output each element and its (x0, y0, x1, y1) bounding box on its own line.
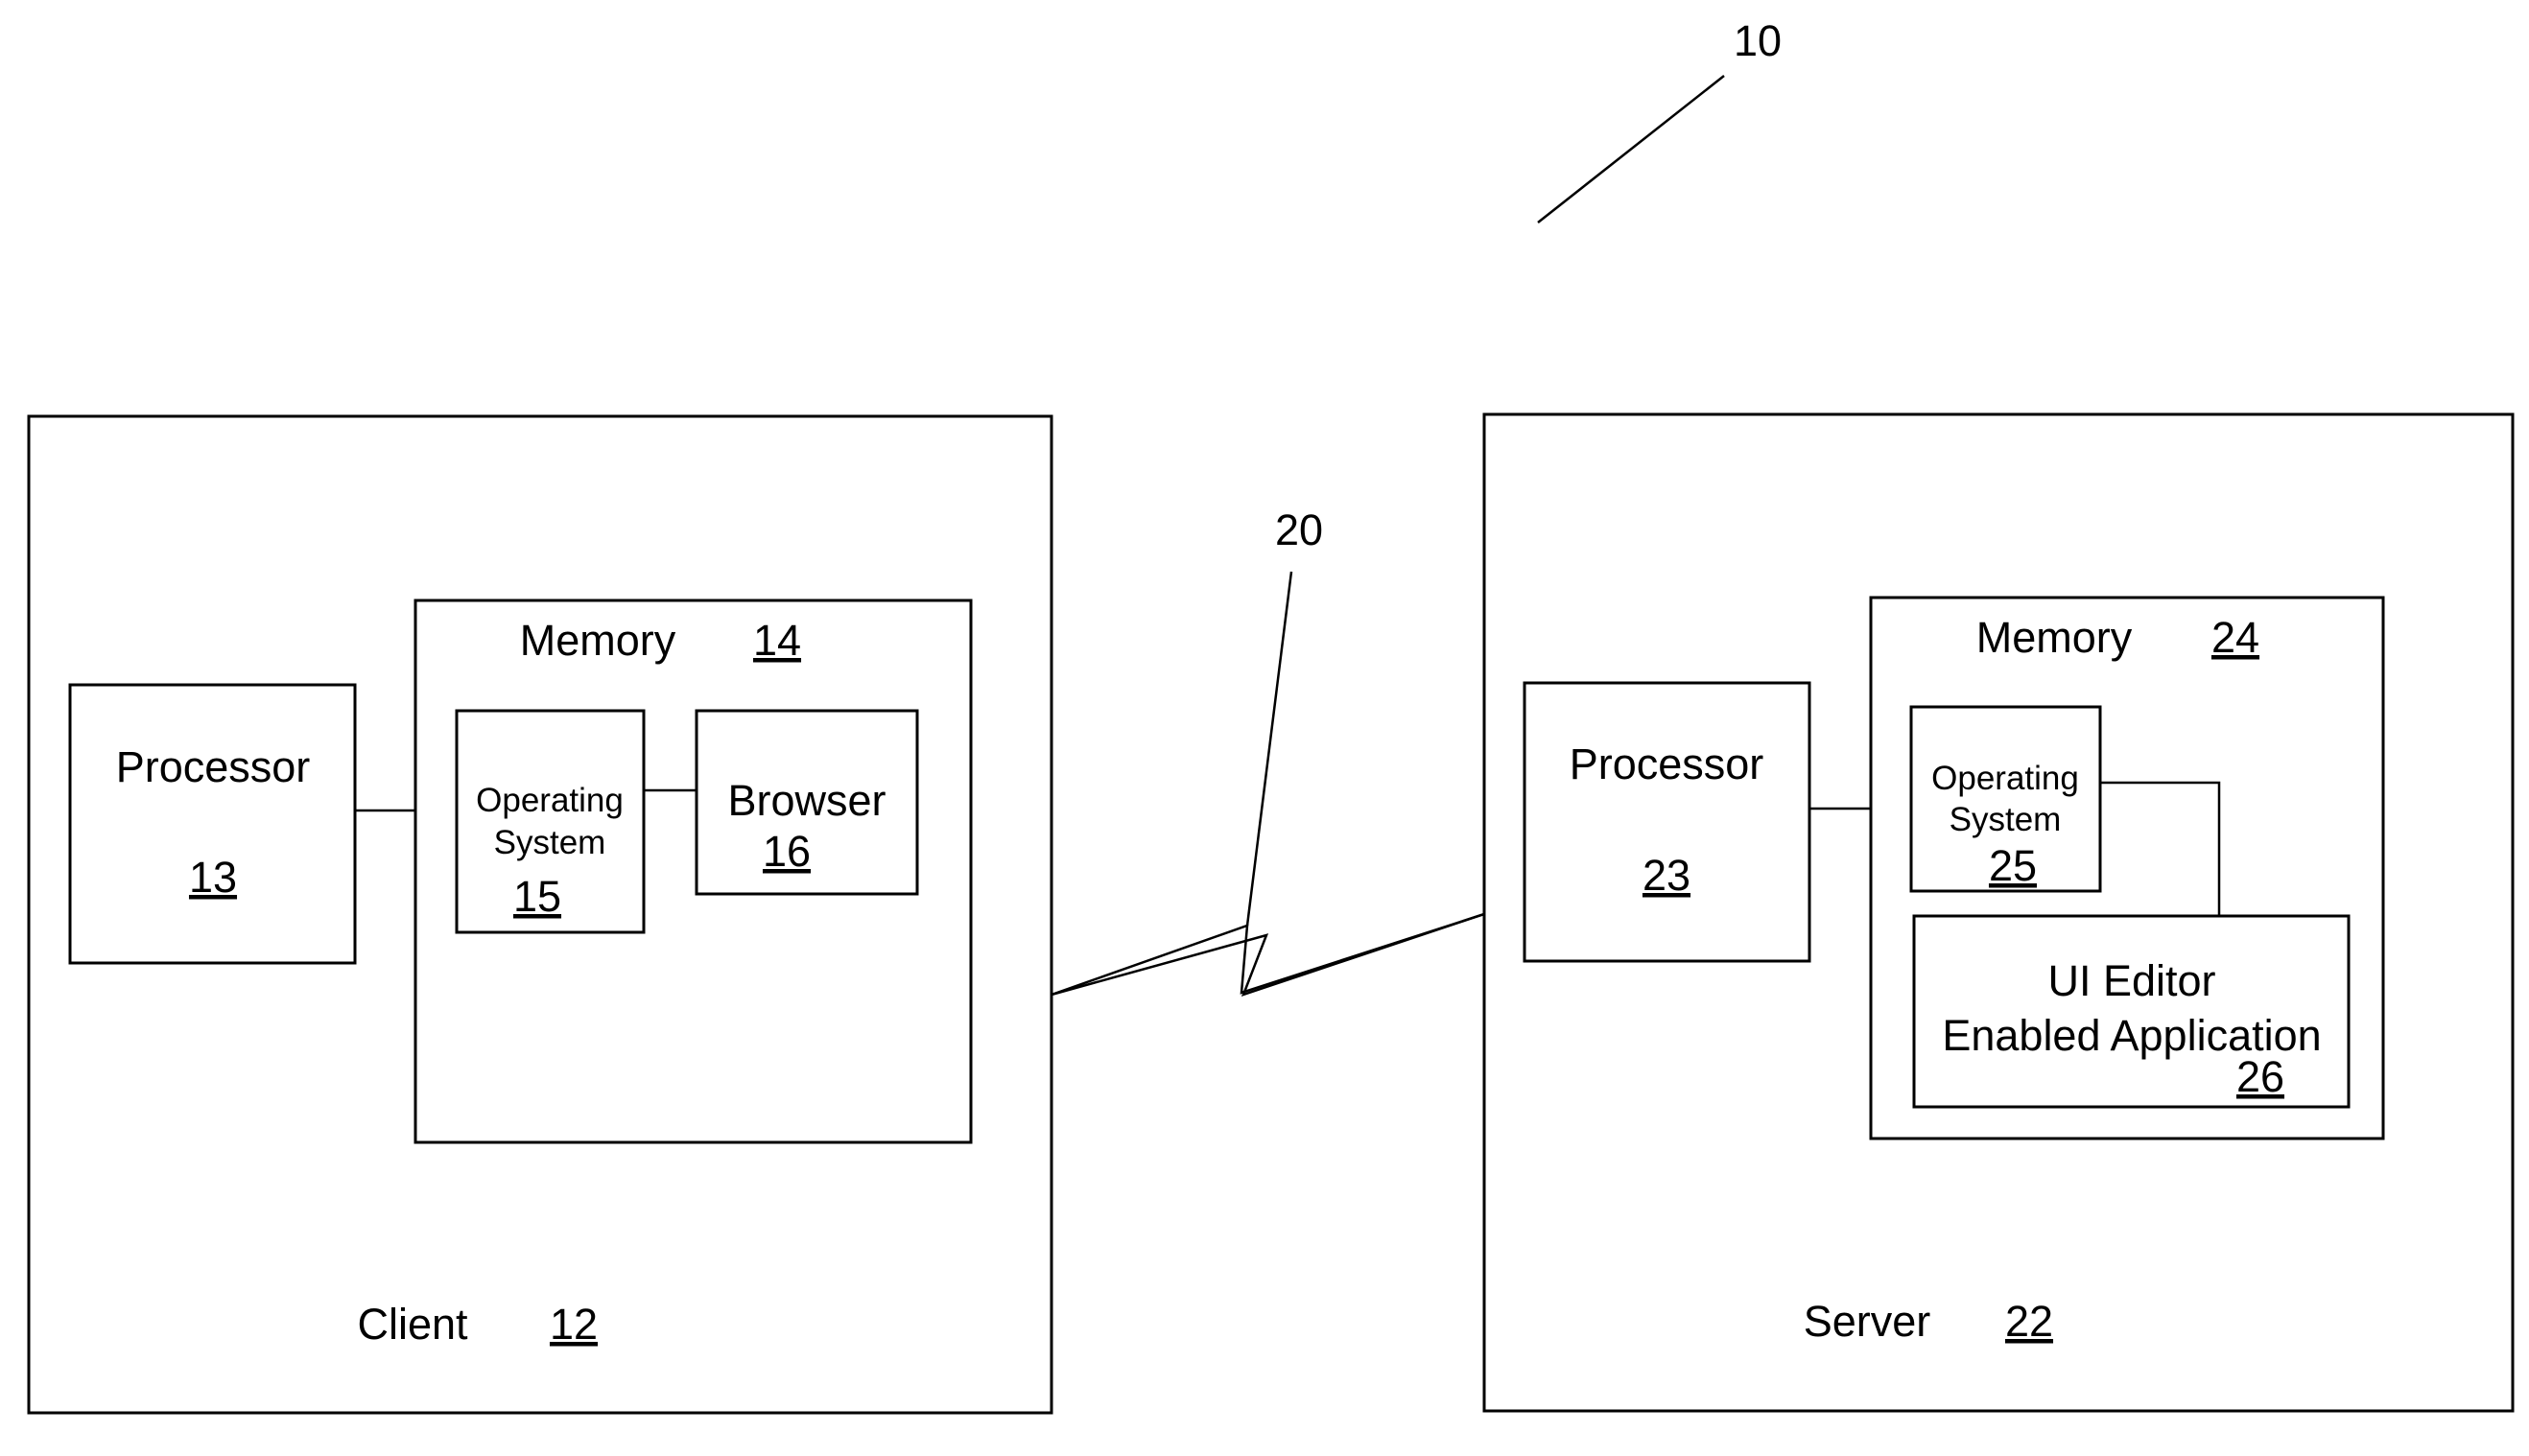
client-label: Client (357, 1300, 468, 1349)
server-app-ref: 26 (2236, 1052, 2284, 1101)
client-processor-ref: 13 (189, 853, 237, 902)
figure-ref-leader (1537, 75, 1725, 223)
client-os-ref: 15 (513, 872, 561, 921)
client-ref: 12 (550, 1300, 598, 1349)
client-os-label-line1: Operating (476, 782, 624, 819)
client-browser-ref: 16 (763, 827, 811, 876)
client-memory-label: Memory (520, 616, 676, 665)
server-os-ref: 25 (1989, 841, 2037, 890)
client-os-label-line2: System (494, 824, 606, 861)
server-memory-label: Memory (1976, 613, 2133, 662)
network-ref-label: 20 (1275, 505, 1323, 554)
client-processor-box (68, 683, 357, 965)
server-processor-ref: 23 (1643, 851, 1690, 900)
client-browser-label: Browser (727, 776, 886, 825)
client-memory-ref: 14 (753, 616, 801, 665)
network-ref-leader (1245, 571, 1293, 927)
network-lightning-icon (1051, 912, 1485, 998)
server-memory-ref: 24 (2211, 613, 2259, 662)
server-processor-label: Processor (1570, 740, 1764, 788)
server-os-label-line1: Operating (1931, 760, 2079, 797)
server-ref: 22 (2005, 1297, 2053, 1346)
system-diagram: 10 Client 12 Processor 13 Memory 14 Oper… (27, 16, 2515, 1415)
server-app-label-line1: UI Editor (2047, 956, 2215, 1005)
figure-ref-label: 10 (1734, 16, 1782, 65)
client-processor-label: Processor (116, 742, 311, 791)
server-os-label-line2: System (1950, 801, 2062, 838)
server-label: Server (1804, 1297, 1931, 1346)
server-processor-box (1523, 681, 1811, 963)
network-link-upper (1051, 912, 1485, 997)
